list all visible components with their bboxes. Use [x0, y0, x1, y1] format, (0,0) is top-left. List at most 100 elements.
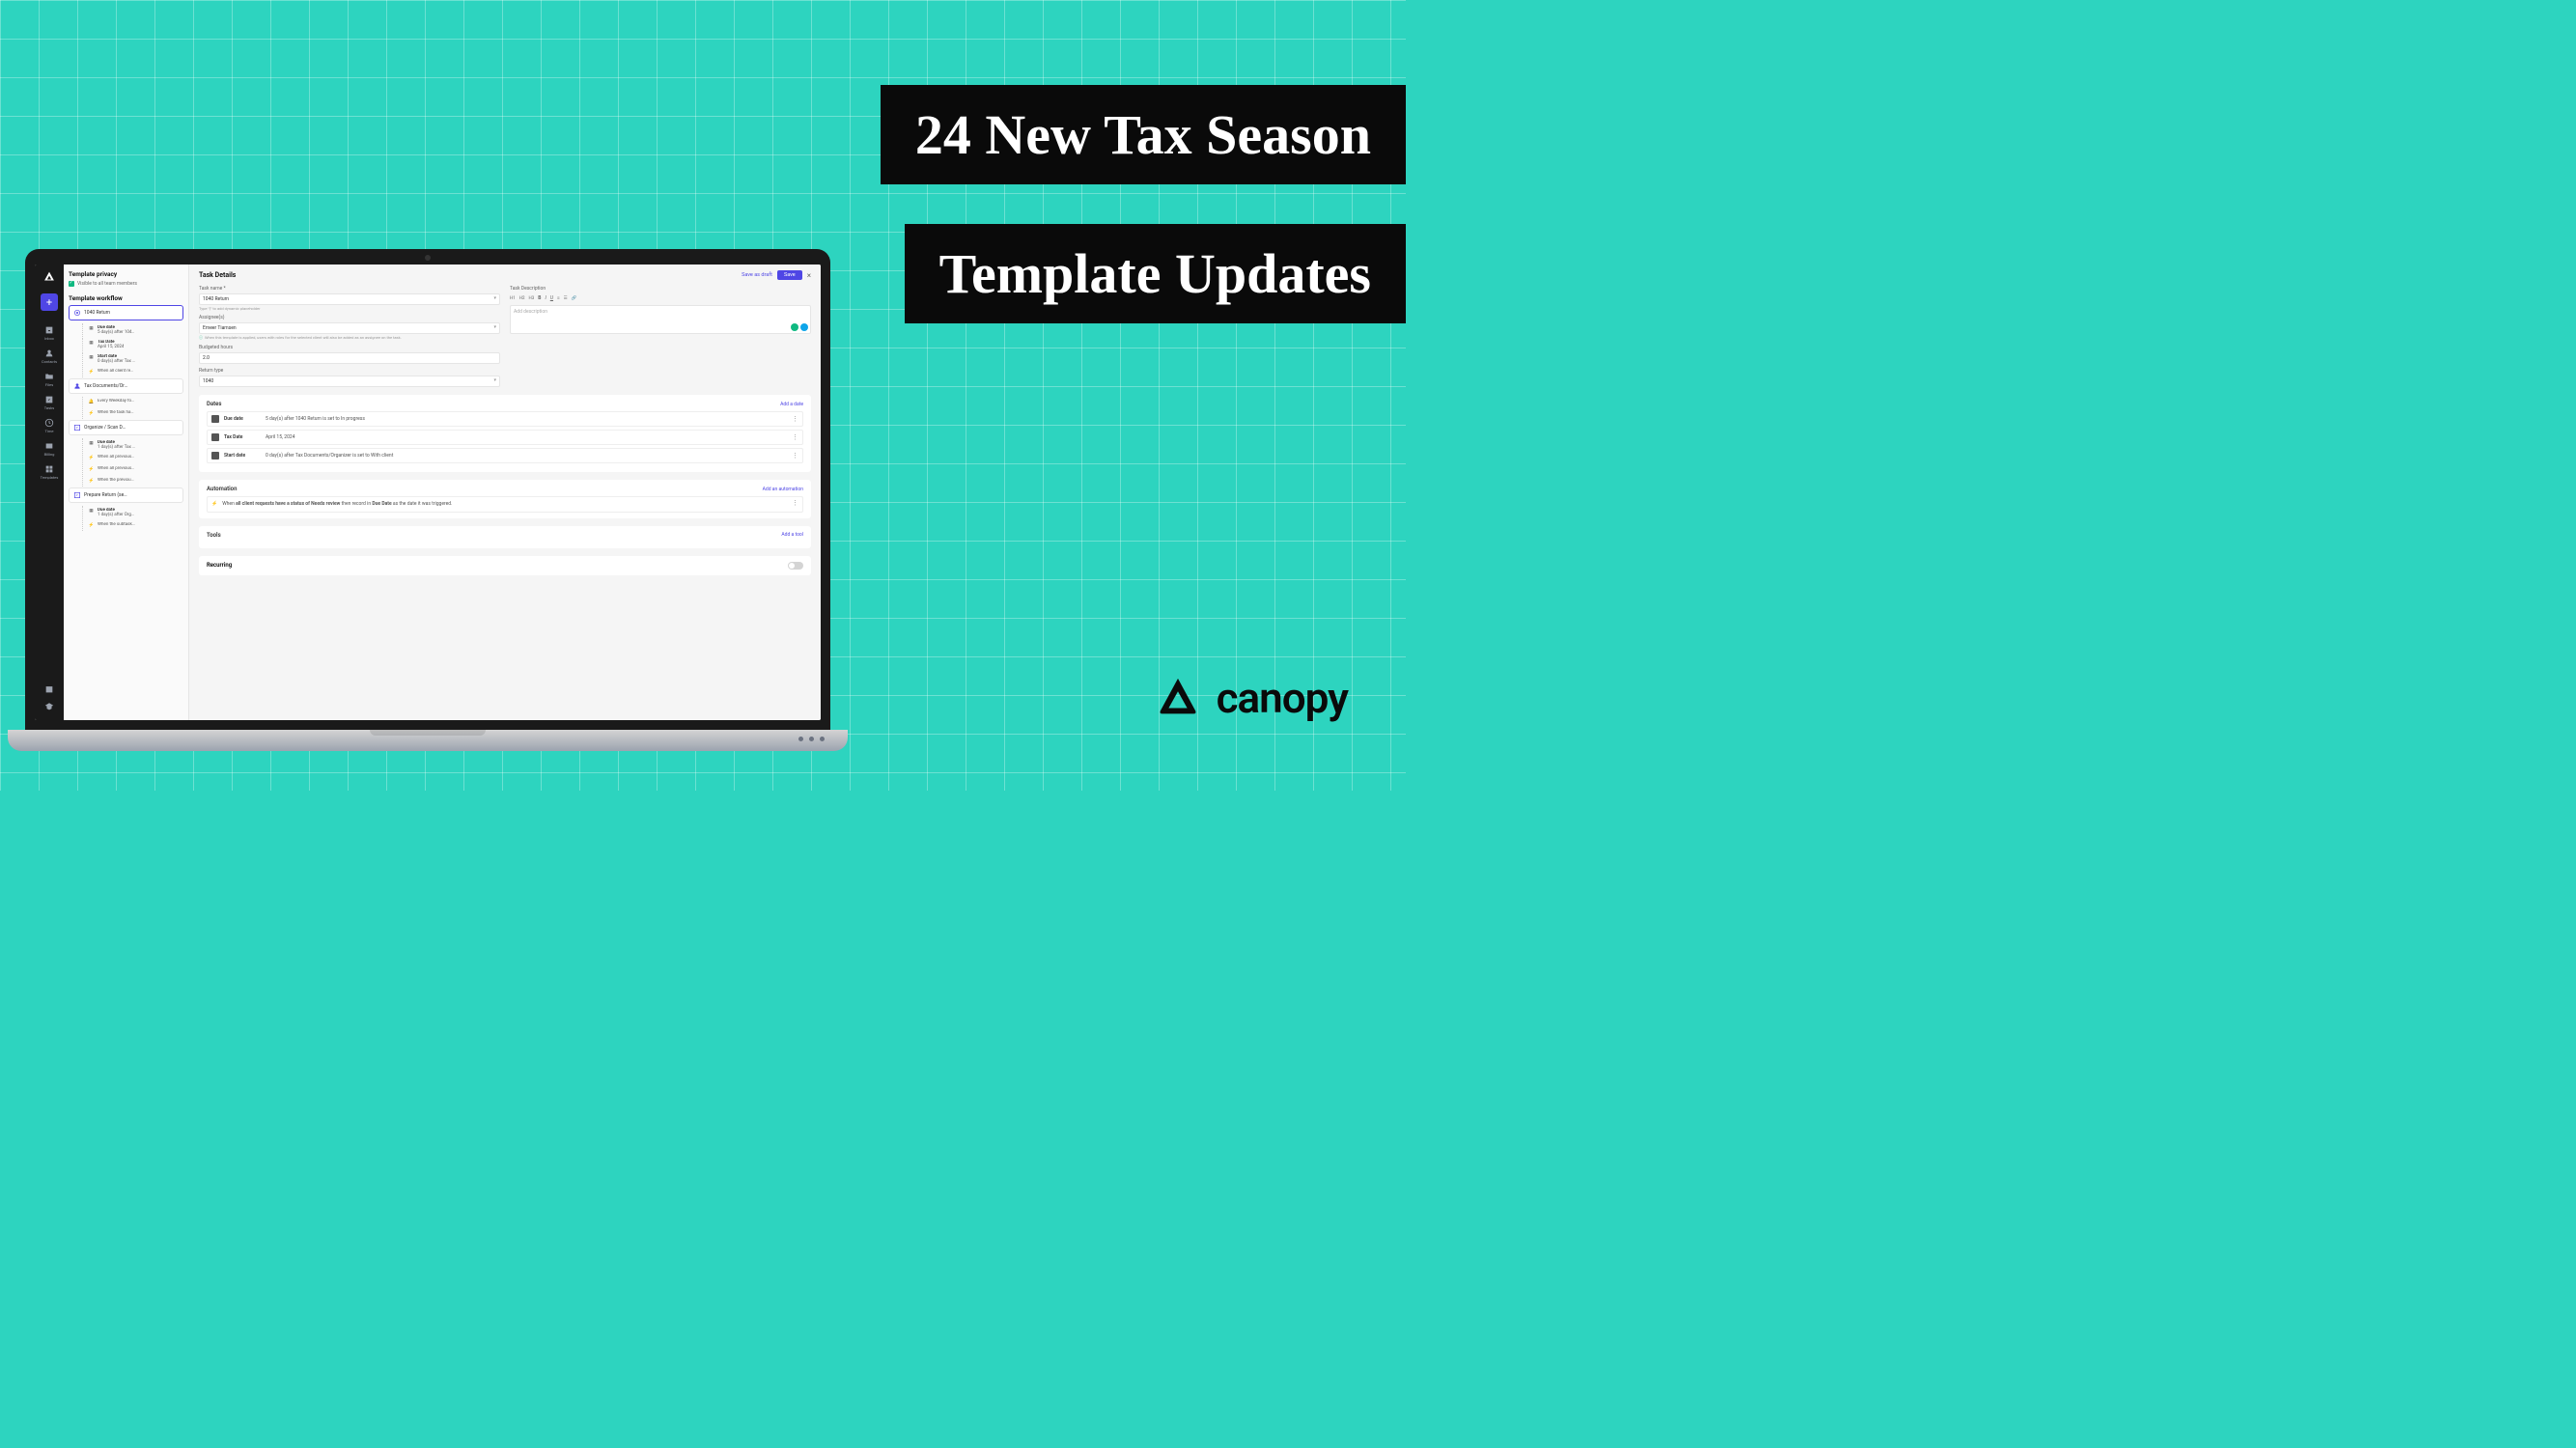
rte-toolbar[interactable]: H1 H2 H3 B I U ≡ ☰ 🔗: [510, 293, 811, 303]
recurring-section: Recurring: [199, 556, 811, 575]
more-icon[interactable]: ⋮: [792, 417, 798, 421]
task-details-panel: Task Details Save as draft Save × Task n…: [189, 265, 821, 720]
rte-underline-icon[interactable]: U: [550, 295, 553, 301]
app-screen: + Inbox Contacts Files Tasks Time Billin…: [35, 265, 821, 720]
calendar-icon: [211, 415, 219, 423]
rte-h2[interactable]: H2: [519, 296, 525, 301]
rte-bold-icon[interactable]: B: [538, 295, 541, 301]
add-date-link[interactable]: Add a date: [780, 402, 803, 407]
add-tool-link[interactable]: Add a tool: [781, 532, 803, 538]
bolt-icon: ⚡: [88, 455, 95, 461]
date-row[interactable]: Due date5 day(s) after 1040 Return is se…: [207, 411, 803, 427]
workflow-node-prepare[interactable]: Prepare Return (se…: [69, 487, 183, 503]
bolt-icon: ⚡: [88, 466, 95, 473]
stage-icon: [73, 309, 81, 317]
add-button[interactable]: +: [41, 293, 58, 311]
save-as-draft-link[interactable]: Save as draft: [742, 272, 772, 278]
brand-logo: canopy: [1155, 673, 1348, 723]
bell-icon: 🔔: [88, 399, 95, 405]
nav-education[interactable]: [35, 699, 64, 714]
nav-billing[interactable]: Billing: [35, 438, 64, 459]
automation-heading: Automation: [207, 486, 237, 492]
nav-calendar[interactable]: [35, 682, 64, 697]
camera-icon: [425, 255, 431, 261]
checklist-icon: [73, 491, 81, 499]
task-name-input[interactable]: 1040 Return: [199, 293, 500, 305]
brand-name: canopy: [1217, 673, 1348, 723]
rte-link-icon[interactable]: 🔗: [572, 296, 577, 301]
nav-files[interactable]: Files: [35, 369, 64, 390]
workflow-sub-due[interactable]: ▦Due date1 day(s) after Org…: [82, 506, 183, 519]
checkbox-icon: [69, 281, 74, 287]
workflow-sub-due[interactable]: ▦Due date1 day(s) after Tax …: [82, 438, 183, 452]
workflow-node-taxdocs[interactable]: Tax Documents/Or…: [69, 378, 183, 394]
task-name-label: Task name *: [199, 286, 500, 292]
workflow-sub-start[interactable]: ▦Start date0 day(s) after Tax …: [82, 352, 183, 366]
privacy-heading: Template privacy: [69, 270, 183, 278]
attach-icon[interactable]: [800, 323, 808, 331]
nav-templates[interactable]: Templates: [35, 461, 64, 483]
app-logo-icon: [42, 270, 56, 284]
add-automation-link[interactable]: Add an automation: [763, 487, 803, 492]
return-type-select[interactable]: 1040: [199, 376, 500, 387]
tools-section: Tools Add a tool: [199, 526, 811, 548]
workflow-sub-when[interactable]: ⚡When all previous…: [82, 464, 183, 475]
workflow-sub-tax[interactable]: ▦Tax DateApril 15, 2024: [82, 338, 183, 351]
assignee-label: Assignee(s): [199, 315, 500, 320]
visibility-checkbox[interactable]: Visible to all team members: [69, 281, 183, 287]
workflow-sub-due[interactable]: ▦Due date5 day(s) after 104…: [82, 323, 183, 337]
rte-h3[interactable]: H3: [529, 296, 535, 301]
rte-h1[interactable]: H1: [510, 296, 516, 301]
workflow-sub-when[interactable]: ⚡When all previous…: [82, 453, 183, 463]
nav-time[interactable]: Time: [35, 415, 64, 436]
task-name-hint: Type "{" to add dynamic placeholder: [199, 306, 500, 311]
nav-tasks[interactable]: Tasks: [35, 392, 64, 413]
calendar-icon: ▦: [88, 354, 95, 361]
workflow-node-organize[interactable]: Organize / Scan D…: [69, 420, 183, 435]
nav-inbox[interactable]: Inbox: [35, 322, 64, 344]
assignee-input[interactable]: Emeer Tiamsen: [199, 322, 500, 334]
nav-sidebar: + Inbox Contacts Files Tasks Time Billin…: [35, 265, 64, 720]
bolt-icon: ⚡: [88, 522, 95, 529]
calendar-icon: [211, 433, 219, 441]
budget-input[interactable]: 2.0: [199, 352, 500, 364]
workflow-sub-when[interactable]: ⚡When the subtask…: [82, 520, 183, 531]
dates-heading: Dates: [207, 401, 221, 407]
nav-contacts[interactable]: Contacts: [35, 346, 64, 367]
workflow-heading: Template workflow: [69, 294, 183, 302]
workflow-sub-when[interactable]: ⚡When the previou…: [82, 476, 183, 487]
more-icon[interactable]: ⋮: [792, 501, 798, 505]
bolt-icon: ⚡: [88, 369, 95, 376]
laptop-frame: + Inbox Contacts Files Tasks Time Billin…: [8, 249, 848, 751]
description-textarea[interactable]: Add description: [510, 305, 811, 334]
close-icon[interactable]: ×: [807, 271, 811, 280]
user-icon: [73, 382, 81, 390]
workflow-node-1040[interactable]: 1040 Return: [69, 305, 183, 320]
more-icon[interactable]: ⋮: [792, 454, 798, 458]
calendar-icon: [211, 452, 219, 459]
workflow-sub-reminder[interactable]: 🔔Every Weekday fo…: [82, 397, 183, 407]
workflow-sub-when[interactable]: ⚡When all client re…: [82, 367, 183, 377]
description-label: Task Description: [510, 286, 811, 292]
assignee-hint: ⓘWhen this template is applied, users wi…: [199, 335, 500, 341]
rte-numlist-icon[interactable]: ☰: [564, 296, 568, 301]
more-icon[interactable]: ⋮: [792, 435, 798, 439]
canopy-logo-icon: [1155, 675, 1201, 721]
calendar-icon: ▦: [88, 440, 95, 447]
automation-rule[interactable]: ⚡ When all client requests have a status…: [207, 496, 803, 513]
recurring-toggle[interactable]: [788, 562, 803, 570]
tools-heading: Tools: [207, 532, 221, 539]
date-row[interactable]: Tax DateApril 15, 2024⋮: [207, 430, 803, 445]
workflow-sub-when[interactable]: ⚡When the task ha…: [82, 408, 183, 419]
return-type-label: Return type: [199, 368, 500, 374]
date-row[interactable]: Start date0 day(s) after Tax Documents/O…: [207, 448, 803, 463]
headline-line-1: 24 New Tax Season: [881, 85, 1406, 184]
rte-italic-icon[interactable]: I: [545, 295, 546, 301]
save-button[interactable]: Save: [777, 270, 802, 280]
task-details-heading: Task Details: [199, 271, 236, 279]
mention-icon[interactable]: [791, 323, 798, 331]
rte-list-icon[interactable]: ≡: [557, 295, 560, 301]
automation-section: Automation Add an automation ⚡ When all c…: [199, 480, 811, 518]
bolt-icon: ⚡: [88, 478, 95, 485]
dates-section: Dates Add a date Due date5 day(s) after 1…: [199, 395, 811, 472]
